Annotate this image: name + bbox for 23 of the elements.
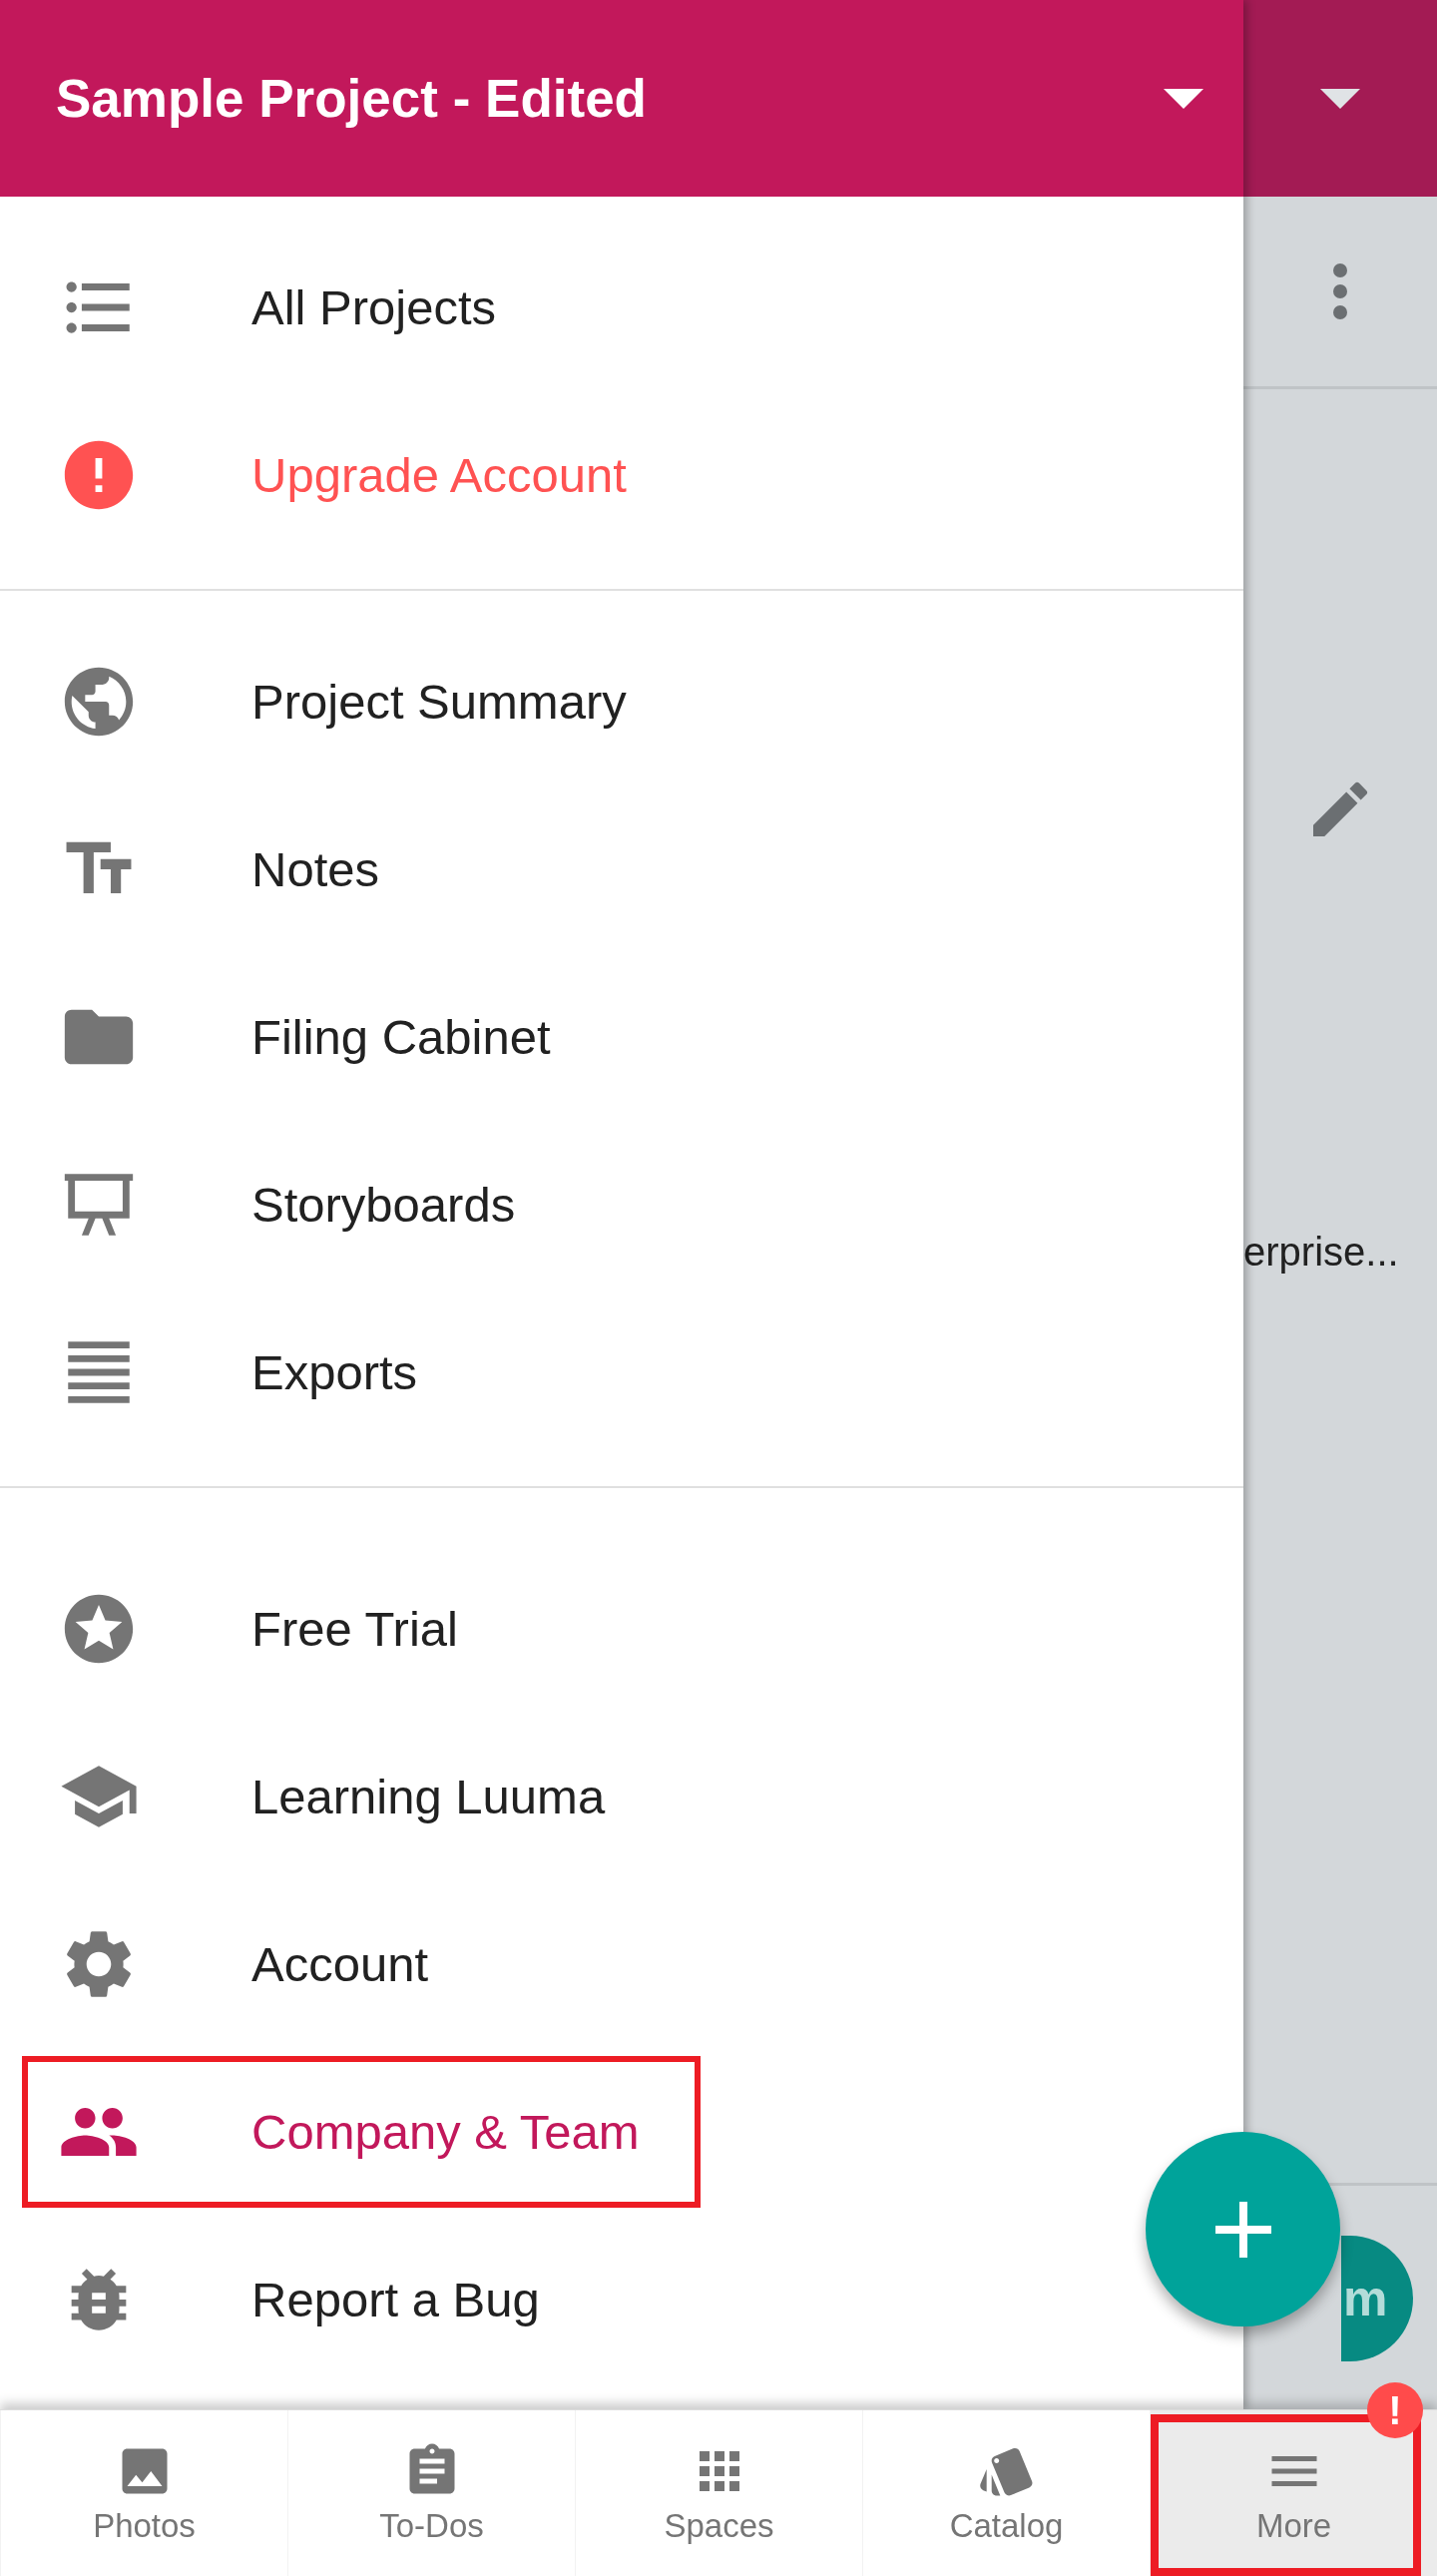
dropdown-button[interactable] — [1164, 88, 1203, 109]
more-options-icon — [1333, 263, 1347, 319]
menu-item[interactable]: Notes — [0, 785, 419, 953]
menu-item[interactable]: Exports — [0, 1288, 458, 1456]
menu-item[interactable]: Filing Cabinet — [0, 953, 591, 1121]
menu-item[interactable]: Company & Team — [0, 2048, 680, 2216]
menu-item[interactable]: Learning Luuma — [0, 1713, 646, 1880]
nav-tab[interactable]: Photos — [0, 2410, 287, 2576]
dropdown-button[interactable] — [1320, 88, 1360, 109]
dropdown-icon — [1164, 88, 1203, 109]
menu-item[interactable]: All Projects — [0, 224, 537, 391]
background-text: erprise... — [1243, 1230, 1399, 1275]
nav-tab[interactable]: To-Dos — [287, 2410, 575, 2576]
project-title: Sample Project - Edited — [56, 68, 647, 129]
dropdown-icon — [1320, 88, 1360, 109]
nav-tab[interactable]: Catalog — [862, 2410, 1150, 2576]
menu-item[interactable]: Account — [0, 1880, 469, 2048]
nav-tab[interactable]: Spaces — [575, 2410, 862, 2576]
menu-item[interactable]: Free Trial — [0, 1545, 498, 1713]
more-options-button[interactable] — [1333, 263, 1347, 319]
menu-item[interactable]: Project Summary — [0, 618, 667, 785]
menu-item[interactable]: Report a Bug — [0, 2216, 580, 2383]
menu-item[interactable]: Storyboards — [0, 1121, 556, 1288]
